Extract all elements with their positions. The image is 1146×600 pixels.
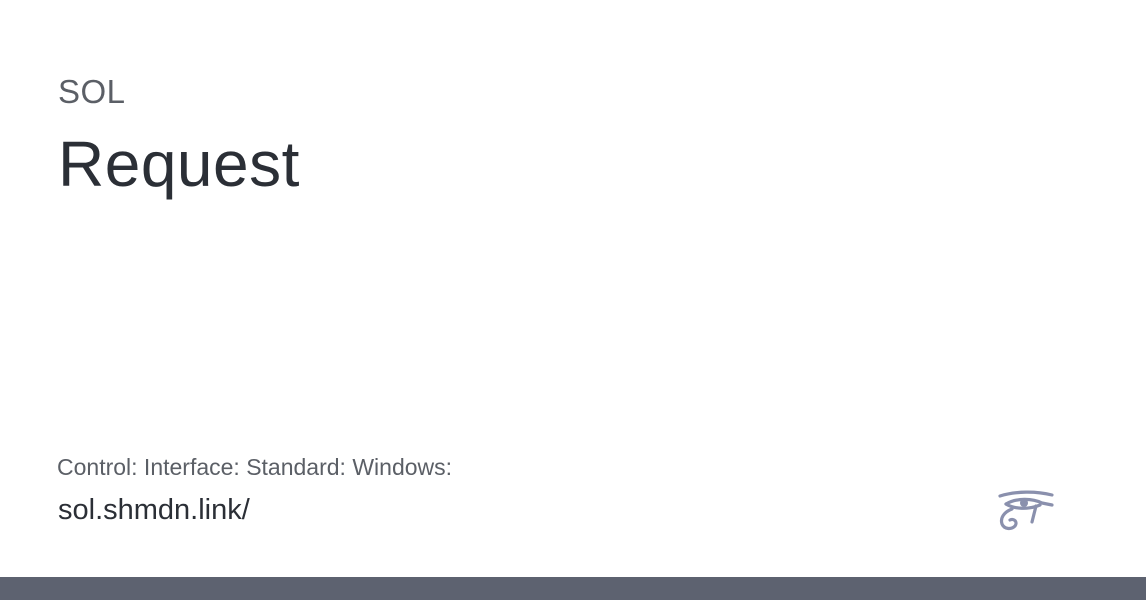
page-title: Request xyxy=(58,128,300,200)
preview-card: SOL Request Control: Interface: Standard… xyxy=(0,0,1146,600)
footer-bar xyxy=(0,577,1146,600)
site-name: SOL xyxy=(58,73,126,110)
site-url: sol.shmdn.link/ xyxy=(58,494,250,526)
breadcrumb-path: Control: Interface: Standard: Windows: xyxy=(57,454,453,480)
eye-of-horus-icon xyxy=(998,490,1054,531)
